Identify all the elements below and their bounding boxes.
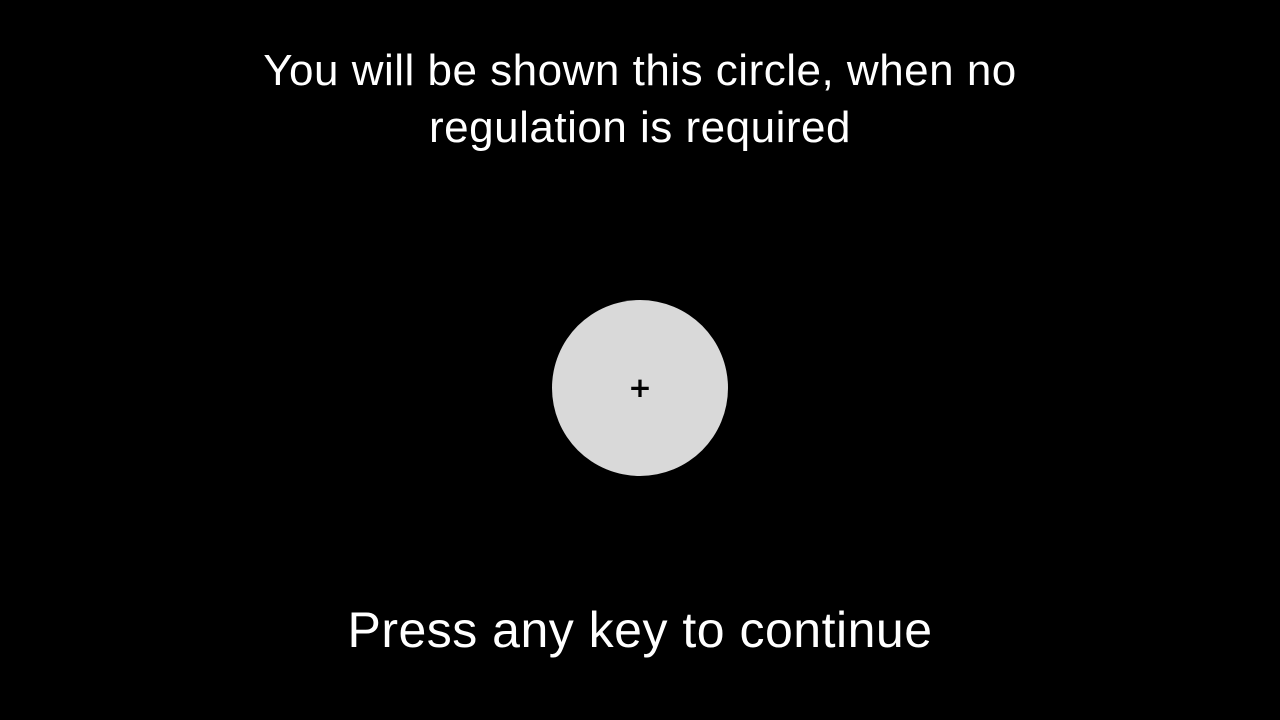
instruction-text: You will be shown this circle, when no r… bbox=[0, 42, 1280, 156]
instruction-line-1: You will be shown this circle, when no bbox=[263, 46, 1017, 95]
continue-prompt: Press any key to continue bbox=[347, 602, 933, 658]
no-regulation-circle: + bbox=[552, 300, 728, 476]
instruction-line-2: regulation is required bbox=[429, 103, 851, 152]
fixation-cross-icon: + bbox=[628, 371, 652, 404]
instruction-screen[interactable]: You will be shown this circle, when no r… bbox=[0, 0, 1280, 720]
